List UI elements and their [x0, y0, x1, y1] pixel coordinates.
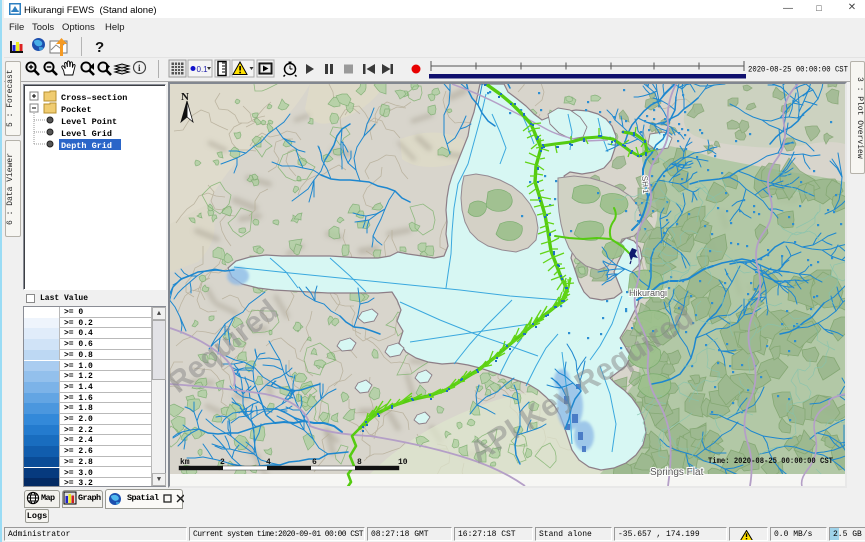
- svg-text:6: 6: [312, 458, 317, 467]
- svg-text:i: i: [138, 63, 141, 73]
- svg-text:Depth Grid: Depth Grid: [61, 141, 112, 151]
- svg-text:8: 8: [357, 458, 362, 467]
- svg-text:2: 2: [220, 458, 225, 467]
- svg-text:4: 4: [266, 458, 271, 467]
- svg-text:Pocket: Pocket: [61, 105, 92, 115]
- svg-text:SH 1: SH 1: [640, 176, 650, 195]
- svg-text:N: N: [181, 91, 189, 103]
- svg-text:?: ?: [95, 39, 104, 56]
- svg-text:Cross–section: Cross–section: [61, 93, 127, 103]
- svg-text:km: km: [180, 458, 190, 467]
- svg-text:10: 10: [398, 458, 408, 467]
- svg-text:2020-08-25 00:00:00 CST: 2020-08-25 00:00:00 CST: [748, 66, 848, 75]
- svg-text:Springs Flat: Springs Flat: [650, 467, 704, 478]
- svg-text:Time: 2020-08-25 00:00:00 CST: Time: 2020-08-25 00:00:00 CST: [708, 458, 833, 466]
- svg-text:Hikurangi: Hikurangi: [629, 288, 667, 298]
- svg-text:Level Point: Level Point: [61, 117, 117, 127]
- svg-text:0.1: 0.1: [197, 65, 209, 74]
- svg-text:Level Grid: Level Grid: [61, 129, 112, 139]
